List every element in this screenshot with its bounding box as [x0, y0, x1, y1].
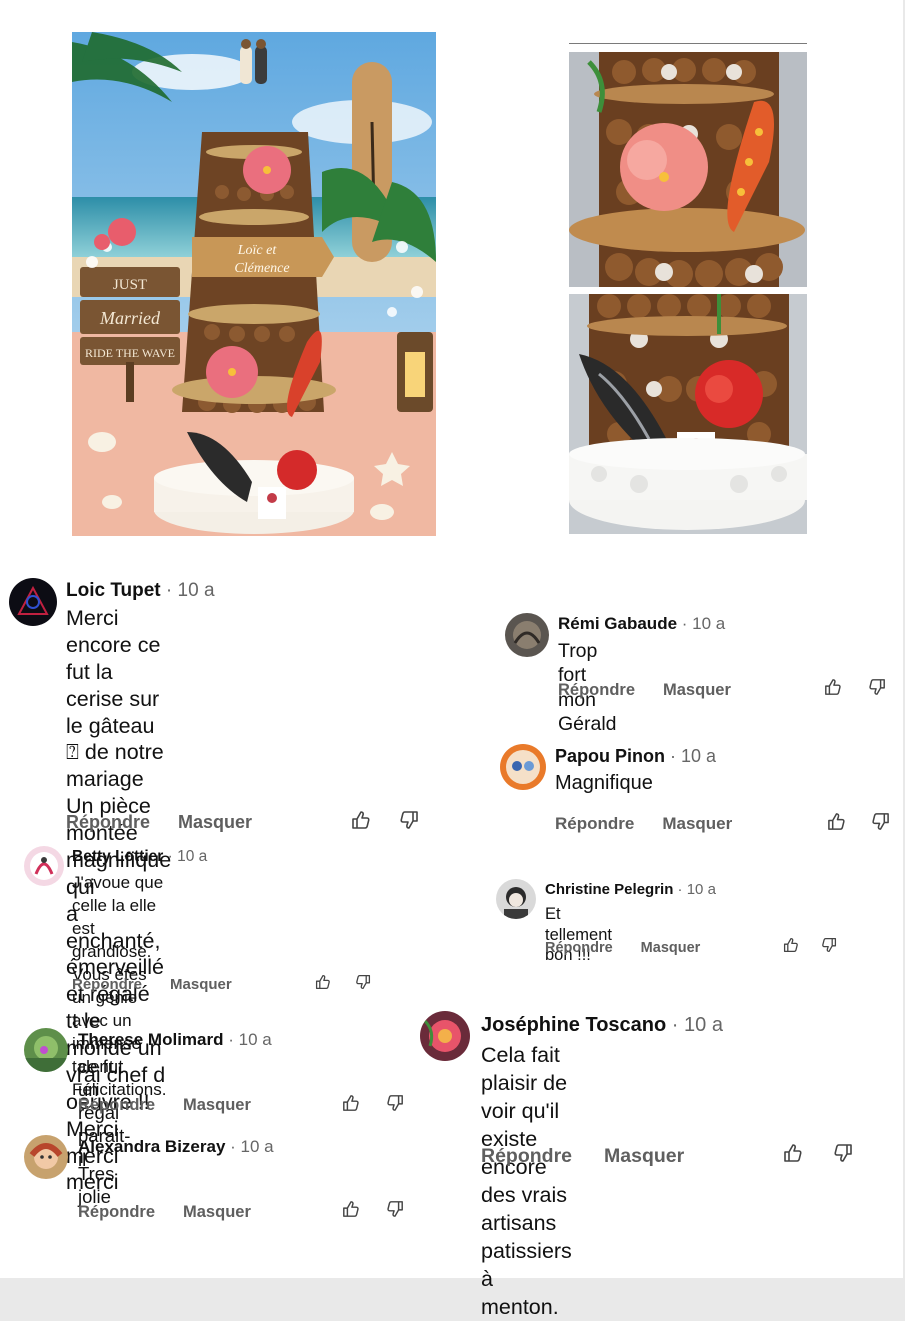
thumbs-up-icon[interactable]: [783, 937, 799, 953]
comment-line: le gâteau ⍰ de notre mariage: [66, 713, 164, 792]
commenter-name[interactable]: Joséphine Toscano · 10 a: [481, 1014, 723, 1037]
reply-button[interactable]: Répondre: [72, 976, 142, 993]
reply-button[interactable]: Répondre: [555, 814, 634, 834]
cake-photo-closeup-top[interactable]: [569, 52, 807, 287]
avatar[interactable]: [24, 846, 64, 886]
commenter-name[interactable]: Christine Pelegrin · 10 a: [545, 881, 716, 898]
commenter-name[interactable]: Alexandra Bizeray · 10 a: [78, 1137, 274, 1157]
hide-button[interactable]: Masquer: [604, 1145, 684, 1168]
commenter-name[interactable]: Betty Lottier · 10 a: [72, 848, 207, 866]
sign-line-2: Married: [99, 308, 161, 328]
comment-line: Merci encore ce fut la cerise sur: [66, 606, 161, 711]
thumbs-down-icon[interactable]: [386, 1094, 404, 1112]
avatar[interactable]: [24, 1135, 68, 1179]
comment-actions: Répondre Masquer: [558, 681, 731, 700]
name-text[interactable]: Therese Molimard: [78, 1030, 224, 1049]
thumbs-up-icon[interactable]: [351, 810, 371, 830]
thumbs-down-icon[interactable]: [821, 937, 837, 953]
comment-line: Cela fait plaisir de voir qu'il existe: [481, 1043, 568, 1151]
comment-line: patissiers à menton.: [481, 1239, 572, 1319]
thumbs-up-icon[interactable]: [824, 678, 842, 696]
timestamp[interactable]: · 10 a: [672, 1014, 723, 1036]
hide-button[interactable]: Masquer: [183, 1096, 251, 1115]
name-text[interactable]: Alexandra Bizeray: [78, 1137, 225, 1156]
hide-button[interactable]: Masquer: [183, 1203, 251, 1222]
hide-button[interactable]: Masquer: [170, 976, 232, 993]
comment-actions: Répondre Masquer: [66, 812, 252, 833]
comment-text: Cela fait plaisir de voir qu'il existe e…: [481, 1041, 572, 1321]
thumbs-down-icon[interactable]: [399, 810, 419, 830]
timestamp[interactable]: · 10 a: [166, 580, 215, 601]
avatar[interactable]: [24, 1028, 68, 1072]
comment-text: Et tellement bon !!!: [545, 904, 612, 966]
reply-button[interactable]: Répondre: [558, 681, 635, 700]
thumbs-up-icon[interactable]: [315, 974, 331, 990]
thumbs-up-icon[interactable]: [342, 1200, 360, 1218]
timestamp[interactable]: · 10 a: [230, 1137, 273, 1156]
comment-actions: Répondre Masquer: [78, 1203, 251, 1222]
comment-line: Et tellement bon !!!: [545, 905, 612, 965]
hide-button[interactable]: Masquer: [663, 681, 731, 700]
reply-button[interactable]: Répondre: [545, 940, 613, 956]
cake-photo-beach[interactable]: JUST Married RIDE THE WAVE Loïc et Cléme…: [72, 32, 436, 536]
thumbs-down-icon[interactable]: [871, 812, 890, 831]
sign-line-1: JUST: [113, 277, 147, 293]
photo-divider: [569, 43, 807, 44]
comment-actions: Répondre Masquer: [555, 814, 732, 834]
cake-photo-closeup-bottom[interactable]: [569, 294, 807, 534]
timestamp[interactable]: · 10 a: [678, 881, 716, 898]
avatar[interactable]: [496, 879, 536, 919]
avatar[interactable]: [500, 744, 546, 790]
hide-button[interactable]: Masquer: [641, 940, 701, 956]
name-text[interactable]: Papou Pinon: [555, 746, 665, 766]
sign-line-3: RIDE THE WAVE: [85, 346, 175, 360]
avatar[interactable]: [505, 613, 549, 657]
comment-text: Magnifique: [555, 771, 653, 796]
comment-line: grandiose. Vous êtes un génie: [72, 942, 152, 1007]
reply-button[interactable]: Répondre: [78, 1096, 155, 1115]
commenter-name[interactable]: Therese Molimard · 10 a: [78, 1030, 272, 1050]
comment-actions: Répondre Masquer: [72, 976, 232, 993]
hide-button[interactable]: Masquer: [178, 812, 252, 833]
comment-actions: Répondre Masquer: [481, 1145, 684, 1168]
thumbs-up-icon[interactable]: [342, 1094, 360, 1112]
name-text[interactable]: Joséphine Toscano: [481, 1014, 666, 1036]
topper-line-1: Loïc et: [237, 243, 278, 258]
timestamp[interactable]: · 10 a: [228, 1030, 271, 1049]
name-text[interactable]: Betty Lottier: [72, 848, 163, 865]
timestamp[interactable]: · 10 a: [682, 614, 725, 633]
commenter-name[interactable]: Loic Tupet · 10 a: [66, 580, 215, 602]
name-text[interactable]: Christine Pelegrin: [545, 881, 673, 898]
commenter-name[interactable]: Papou Pinon · 10 a: [555, 746, 716, 767]
name-text[interactable]: Rémi Gabaude: [558, 614, 677, 633]
comment-text: Tres jolie: [78, 1162, 114, 1208]
thumbs-down-icon[interactable]: [355, 974, 371, 990]
comment-line: Tres jolie: [78, 1163, 115, 1208]
comment-actions: Répondre Masquer: [78, 1096, 251, 1115]
page: JUST Married RIDE THE WAVE Loïc et Cléme…: [0, 0, 903, 1319]
avatar[interactable]: [420, 1011, 470, 1061]
reply-button[interactable]: Répondre: [481, 1145, 572, 1168]
thumbs-down-icon[interactable]: [386, 1200, 404, 1218]
comment-line: Magnifique: [555, 772, 653, 794]
topper-line-2: Clémence: [234, 261, 289, 276]
timestamp[interactable]: · 10 a: [670, 746, 716, 766]
name-text[interactable]: Loic Tupet: [66, 580, 161, 601]
thumbs-up-icon[interactable]: [827, 812, 846, 831]
thumbs-up-icon[interactable]: [783, 1143, 803, 1163]
hide-button[interactable]: Masquer: [662, 814, 732, 834]
reply-button[interactable]: Répondre: [66, 812, 150, 833]
thumbs-down-icon[interactable]: [833, 1143, 853, 1163]
comment-actions: Répondre Masquer: [545, 940, 700, 956]
commenter-name[interactable]: Rémi Gabaude · 10 a: [558, 614, 725, 634]
comment-line: J'avoue que celle la elle est: [72, 873, 164, 938]
thumbs-down-icon[interactable]: [868, 678, 886, 696]
avatar[interactable]: [9, 578, 57, 626]
timestamp[interactable]: · 10 a: [168, 848, 208, 865]
reply-button[interactable]: Répondre: [78, 1203, 155, 1222]
